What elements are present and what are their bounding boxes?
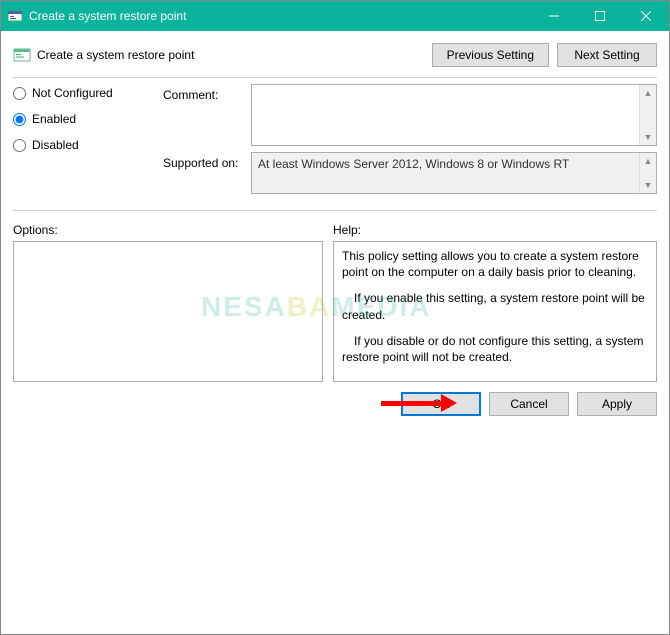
app-icon [7,8,23,24]
radio-not-configured[interactable]: Not Configured [13,86,153,100]
radio-disabled[interactable]: Disabled [13,138,153,152]
comment-label: Comment: [163,84,251,102]
scroll-up-icon: ▲ [644,153,653,169]
options-label: Options: [13,223,323,237]
header-row: Create a system restore point Previous S… [1,31,669,71]
window-controls [531,1,669,31]
window-title: Create a system restore point [29,9,531,23]
comment-box[interactable]: ▲ ▼ [251,84,657,146]
cancel-button[interactable]: Cancel [489,392,569,416]
scroll-down-icon: ▼ [644,129,653,145]
config-area: Not Configured Enabled Disabled Comment:… [1,84,669,204]
separator [13,210,657,211]
policy-icon [13,46,31,64]
radio-label: Disabled [32,138,79,152]
radio-label: Enabled [32,112,76,126]
radio-disabled-input[interactable] [13,139,26,152]
close-button[interactable] [623,1,669,31]
previous-setting-button[interactable]: Previous Setting [432,43,549,67]
lower-area: Options: Help: This policy setting allow… [1,217,669,382]
footer: OK Cancel Apply [1,382,669,428]
minimize-button[interactable] [531,1,577,31]
policy-title: Create a system restore point [37,48,194,62]
supported-label: Supported on: [163,152,251,170]
next-setting-button[interactable]: Next Setting [557,43,657,67]
help-panel[interactable]: This policy setting allows you to create… [333,241,657,382]
state-radio-group: Not Configured Enabled Disabled [13,84,153,200]
titlebar: Create a system restore point [1,1,669,31]
comment-input[interactable] [252,85,639,145]
help-label: Help: [333,223,657,237]
apply-button[interactable]: Apply [577,392,657,416]
supported-box: At least Windows Server 2012, Windows 8 … [251,152,657,194]
separator [13,77,657,78]
scrollbar[interactable]: ▲ ▼ [639,85,656,145]
help-text: If you enable this setting, a system res… [342,290,648,322]
scroll-up-icon: ▲ [644,85,653,101]
radio-enabled[interactable]: Enabled [13,112,153,126]
maximize-button[interactable] [577,1,623,31]
scroll-down-icon: ▼ [644,177,653,193]
radio-not-configured-input[interactable] [13,87,26,100]
scrollbar[interactable]: ▲ ▼ [639,153,656,193]
help-text: If you disable or do not configure this … [342,333,648,365]
supported-value: At least Windows Server 2012, Windows 8 … [252,153,639,193]
radio-label: Not Configured [32,86,113,100]
options-panel[interactable] [13,241,323,382]
radio-enabled-input[interactable] [13,113,26,126]
help-text: This policy setting allows you to create… [342,248,648,280]
annotation-arrow-icon [381,394,457,412]
